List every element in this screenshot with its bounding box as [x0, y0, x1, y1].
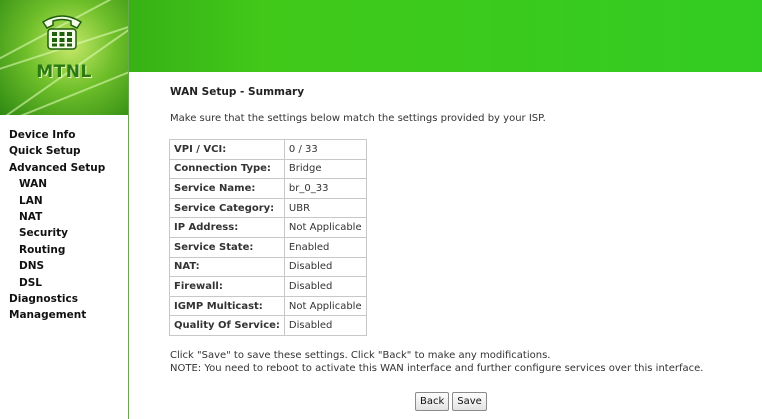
sidebar-item-device-info[interactable]: Device Info: [9, 127, 105, 143]
setting-label: Firewall:: [169, 276, 285, 297]
table-row: Service Name: br_0_33: [169, 178, 367, 199]
setting-value: Disabled: [283, 276, 367, 297]
setting-label: Quality Of Service:: [169, 315, 285, 336]
sidebar-item-wan[interactable]: WAN: [9, 176, 105, 192]
setting-value: br_0_33: [283, 178, 367, 199]
page-title: WAN Setup - Summary: [170, 86, 305, 98]
table-row: Service State: Enabled: [169, 236, 367, 258]
setting-label: IGMP Multicast:: [169, 295, 285, 317]
note-line-2: NOTE: You need to reboot to activate thi…: [170, 363, 704, 374]
sidebar-nav: Device Info Quick Setup Advanced Setup WAN L…: [9, 127, 105, 324]
note-line-1: Click "Save" to save these settings. Cli…: [170, 350, 551, 361]
setting-value: Disabled: [283, 256, 367, 278]
table-row: NAT: Disabled: [169, 256, 367, 278]
telephone-icon: [41, 15, 83, 50]
setting-label: VPI / VCI:: [169, 139, 285, 160]
table-row: VPI / VCI: 0 / 33: [169, 139, 367, 160]
sidebar-item-advanced-setup[interactable]: Advanced Setup: [9, 160, 105, 176]
setting-value: Disabled: [283, 315, 367, 336]
setting-value: UBR: [283, 197, 367, 219]
button-bar: Back Save: [415, 389, 490, 411]
setting-label: NAT:: [169, 256, 285, 278]
setting-value: Not Applicable: [283, 217, 367, 238]
setting-label: IP Address:: [169, 217, 285, 238]
wan-summary-table: VPI / VCI: 0 / 33 Connection Type: Bridge Se…: [169, 139, 367, 336]
sidebar-item-security[interactable]: Security: [9, 225, 105, 241]
logo-text: MTNL: [36, 62, 92, 82]
note-text: Click "Save" to save these settings. Cli…: [170, 349, 703, 375]
sidebar-item-dns[interactable]: DNS: [9, 258, 105, 274]
setting-label: Service State:: [169, 236, 285, 258]
sidebar-item-lan[interactable]: LAN: [9, 193, 105, 209]
setting-label: Service Name:: [169, 178, 285, 199]
sidebar-item-dsl[interactable]: DSL: [9, 275, 105, 291]
main-content: WAN Setup - Summary Make sure that the s…: [129, 72, 762, 419]
table-row: IP Address: Not Applicable: [169, 217, 367, 238]
table-row: IGMP Multicast: Not Applicable: [169, 295, 367, 317]
table-row: Firewall: Disabled: [169, 276, 367, 297]
setting-label: Service Category:: [169, 197, 285, 219]
setting-value: Not Applicable: [283, 295, 367, 317]
sidebar-item-management[interactable]: Management: [9, 307, 105, 323]
sidebar: MTNL Device Info Quick Setup Advanced Setu…: [0, 0, 129, 419]
setting-value: Enabled: [283, 236, 367, 258]
table-row: Quality Of Service: Disabled: [169, 315, 367, 336]
sidebar-item-quick-setup[interactable]: Quick Setup: [9, 143, 105, 159]
back-button[interactable]: Back: [415, 392, 450, 411]
logo: MTNL: [0, 0, 128, 115]
setting-value: Bridge: [283, 158, 367, 180]
sidebar-item-routing[interactable]: Routing: [9, 242, 105, 258]
table-row: Service Category: UBR: [169, 197, 367, 219]
table-row: Connection Type: Bridge: [169, 158, 367, 180]
setting-value: 0 / 33: [283, 139, 367, 160]
sidebar-item-diagnostics[interactable]: Diagnostics: [9, 291, 105, 307]
save-button[interactable]: Save: [452, 392, 487, 411]
intro-text: Make sure that the settings below match …: [170, 113, 546, 124]
setting-label: Connection Type:: [169, 158, 285, 180]
sidebar-item-nat[interactable]: NAT: [9, 209, 105, 225]
